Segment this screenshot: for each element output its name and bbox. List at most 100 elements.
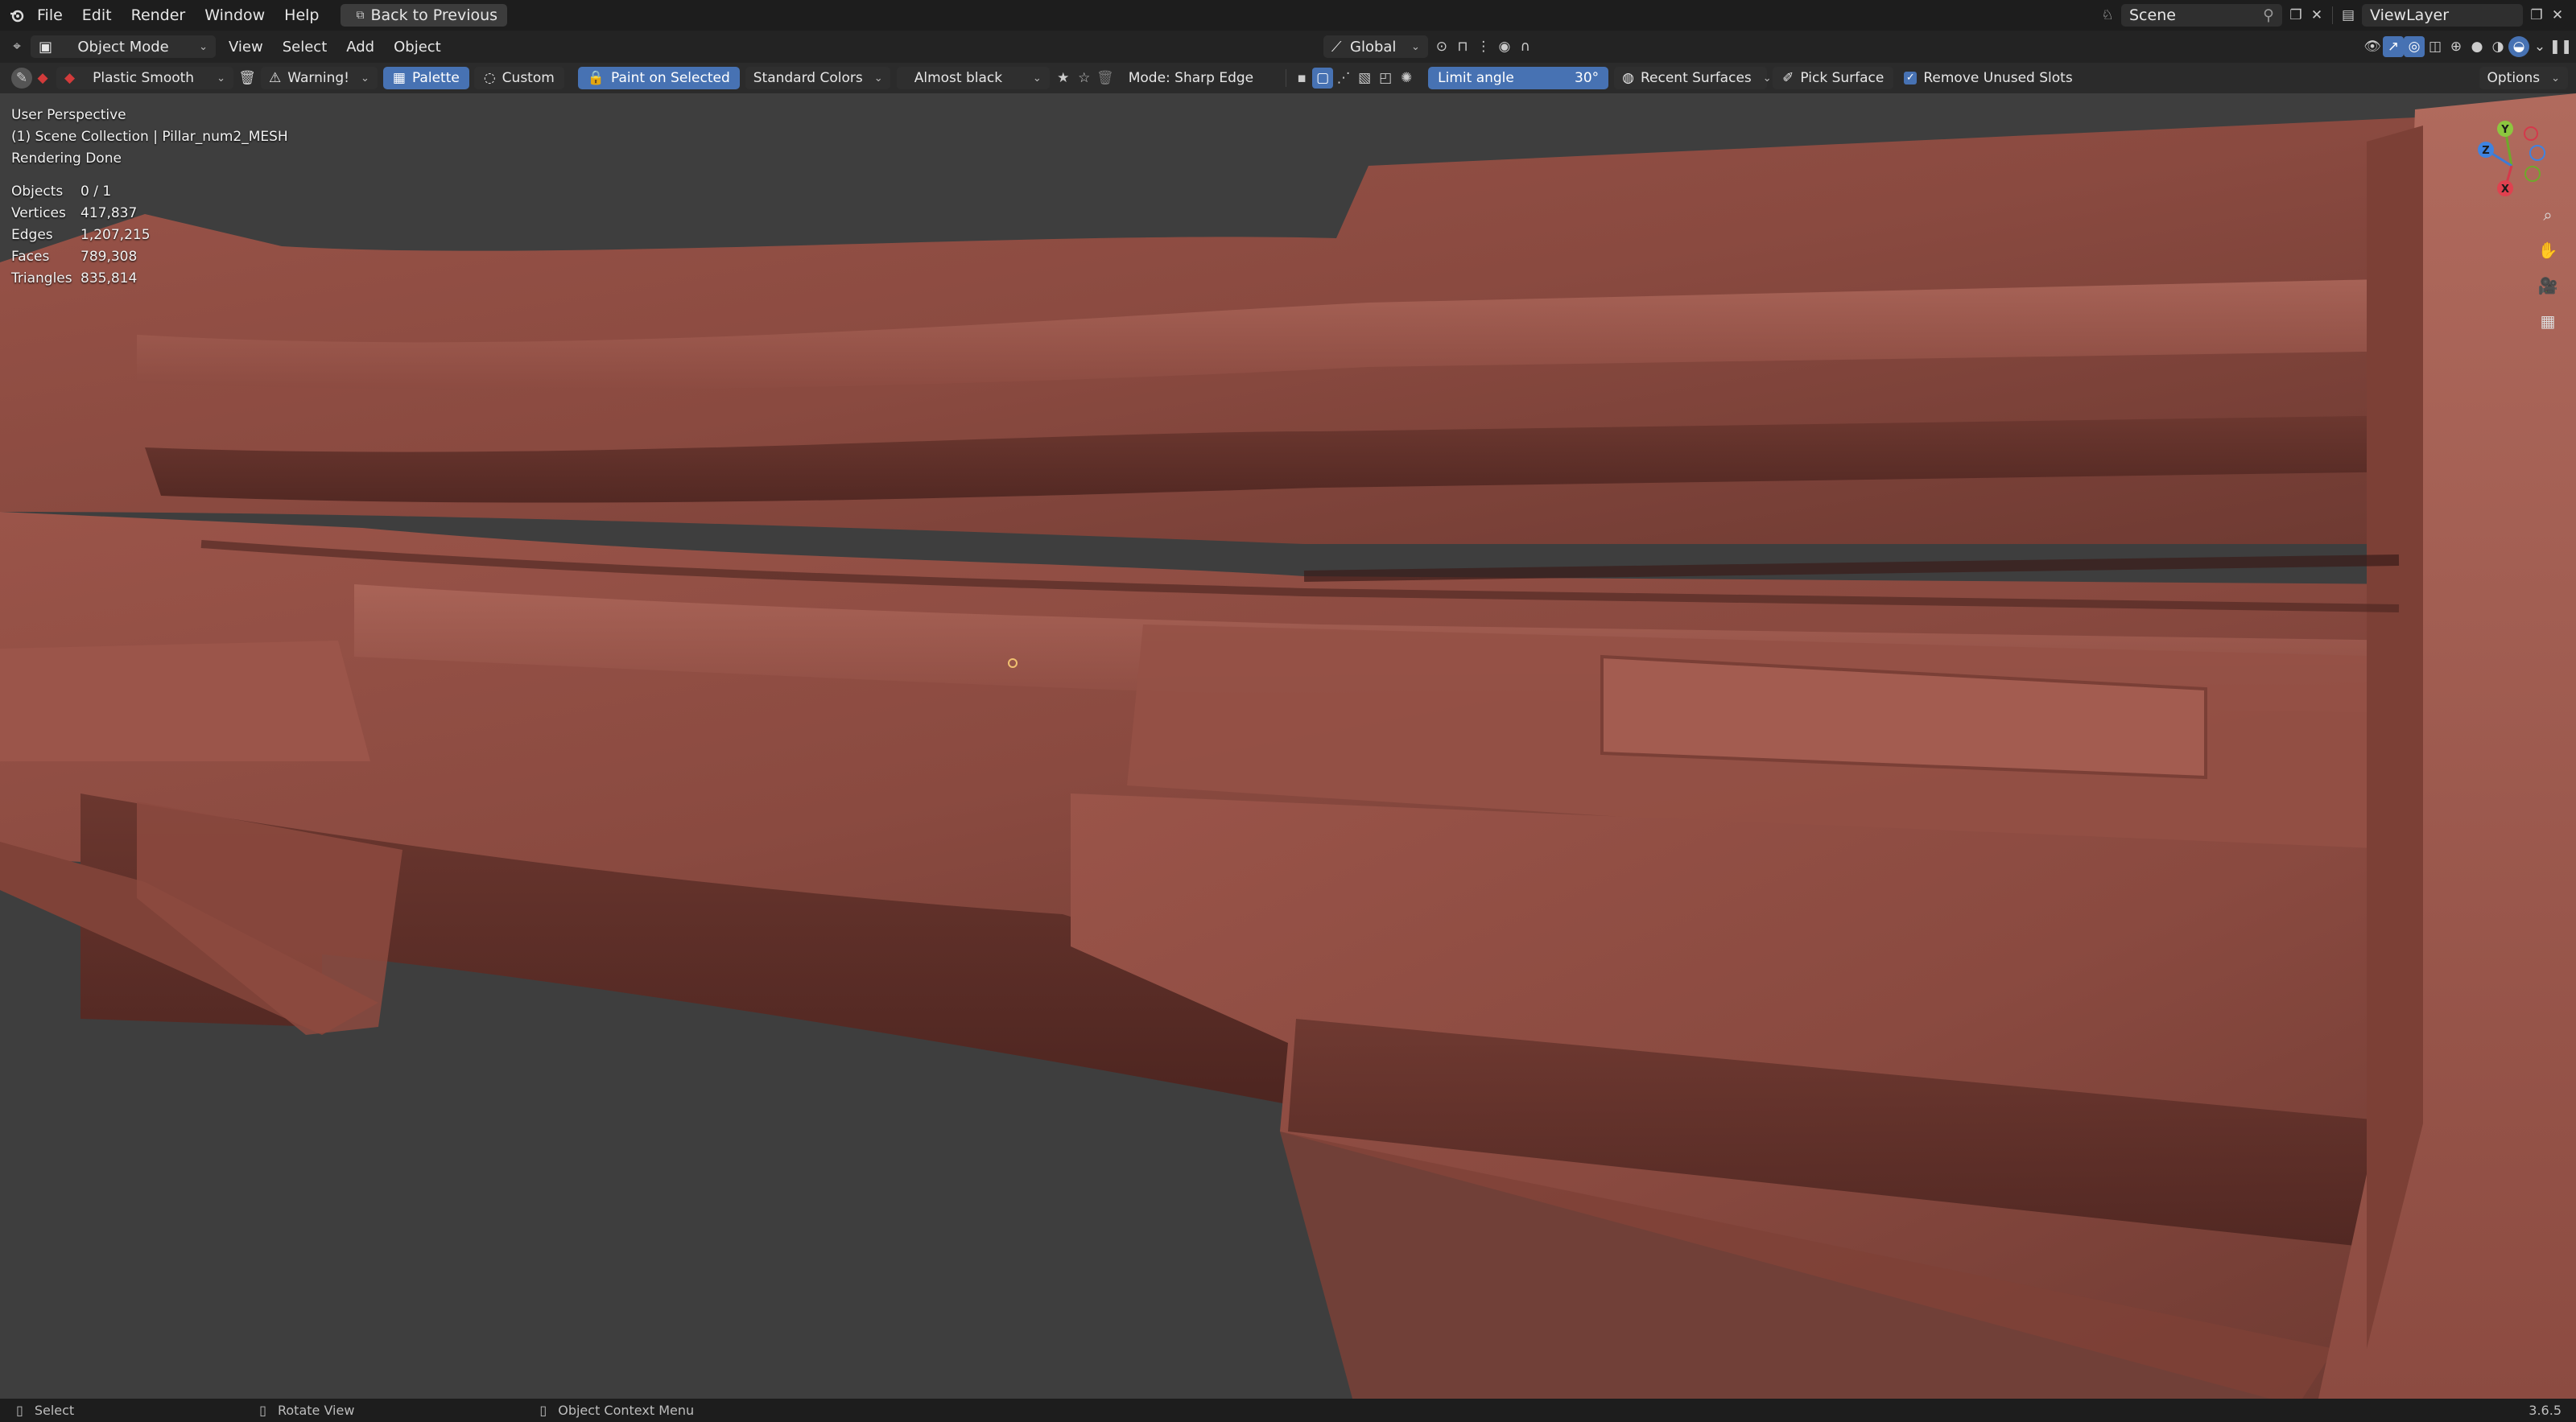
delete-brush-icon[interactable]: 🗑: [237, 68, 258, 89]
uv-icon[interactable]: ◰: [1375, 68, 1396, 89]
color-dropdown[interactable]: Almost black ⌄: [896, 67, 1050, 89]
overlay-toggle-icon[interactable]: ◎: [2404, 36, 2425, 57]
view-layer-icon[interactable]: ▤: [2338, 5, 2359, 26]
render-status: Rendering Done: [11, 150, 122, 167]
zoom-icon[interactable]: ⌕: [2534, 201, 2562, 229]
options-label: Options: [2487, 70, 2541, 86]
pick-surface-button[interactable]: ✐ Pick Surface: [1773, 67, 1894, 89]
texture-icon[interactable]: ▧: [1354, 68, 1375, 89]
3d-viewport[interactable]: User Perspective (1) Scene Collection | …: [0, 93, 2576, 1399]
view-layer-name: ViewLayer: [2370, 6, 2450, 24]
camera-icon[interactable]: 🎥: [2534, 272, 2562, 299]
navigation-gizmo[interactable]: Y Z X: [2463, 117, 2560, 214]
status-rotate: ▯ Rotate View: [251, 1399, 362, 1422]
remove-unused-slots-checkbox[interactable]: ✓ Remove Unused Slots: [1896, 67, 2080, 89]
proportional-editing-icon[interactable]: ◉: [1494, 36, 1515, 57]
y-axis-label: Y: [2500, 124, 2509, 136]
neg-y-handle[interactable]: [2524, 166, 2541, 182]
menu-render[interactable]: Render: [122, 4, 196, 27]
paint-on-selected-toggle[interactable]: 🔒 Paint on Selected: [577, 67, 740, 89]
pivot-point-icon[interactable]: ⊙: [1431, 36, 1452, 57]
pick-surface-label: Pick Surface: [1800, 70, 1885, 86]
particles-icon[interactable]: ✺: [1396, 68, 1417, 89]
back-to-previous-button[interactable]: ⧉ Back to Previous: [340, 4, 508, 27]
transform-orientation-selector[interactable]: ⟋ Global ⌄: [1323, 35, 1428, 58]
delete-view-layer-icon[interactable]: ✕: [2547, 5, 2568, 26]
snap-target-icon[interactable]: ⋮: [1473, 36, 1494, 57]
menu-help[interactable]: Help: [275, 4, 328, 27]
rendered-shading-icon[interactable]: ◒: [2508, 36, 2529, 57]
warning-label: Warning!: [287, 70, 349, 86]
recent-surfaces-label: Recent Surfaces: [1640, 70, 1752, 86]
status-rotate-label: Rotate View: [277, 1403, 355, 1418]
pin-icon[interactable]: ⚲: [2263, 6, 2274, 24]
perspective-label: User Perspective: [11, 107, 126, 123]
mouse-middle-icon: ▯: [259, 1403, 266, 1418]
menu-add[interactable]: Add: [336, 35, 384, 58]
solid-shading-icon[interactable]: ●: [2467, 36, 2487, 57]
color-set-dropdown[interactable]: Standard Colors ⌄: [745, 67, 890, 89]
scene-icon[interactable]: ♘: [2097, 5, 2118, 26]
brush-color-icon[interactable]: ◆: [32, 68, 53, 89]
menu-select[interactable]: Select: [273, 35, 337, 58]
brush-tool-icon[interactable]: ✎: [11, 68, 32, 89]
vertex-paint-icon[interactable]: ⋰: [1333, 68, 1354, 89]
menu-view[interactable]: View: [219, 35, 273, 58]
view-layer-selector[interactable]: ViewLayer: [2362, 4, 2523, 27]
menu-object[interactable]: Object: [384, 35, 451, 58]
delete-scene-icon[interactable]: ✕: [2306, 5, 2327, 26]
mode-label: Object Mode: [77, 38, 169, 56]
new-view-layer-icon[interactable]: ❐: [2526, 5, 2547, 26]
favorite-filled-icon[interactable]: ★: [1053, 68, 1074, 89]
brush-selector[interactable]: ◆ Plastic Smooth ⌄: [56, 67, 233, 89]
chevron-down-icon: ⌄: [2551, 72, 2560, 84]
viewport-header: ⌖ ▣ Object Mode ⌄ View Select Add Object…: [0, 31, 2576, 63]
back-to-previous-label: Back to Previous: [370, 6, 498, 24]
selection-mode-icon[interactable]: ▢: [1312, 68, 1334, 89]
stats-row: Objects 0 / 1: [11, 181, 288, 203]
neg-x-handle[interactable]: [2524, 126, 2538, 141]
menu-file[interactable]: File: [27, 4, 72, 27]
limit-angle-label: Limit angle: [1438, 70, 1514, 86]
options-dropdown[interactable]: Options ⌄: [2479, 67, 2568, 89]
snap-icon[interactable]: ⊓: [1452, 36, 1473, 57]
new-scene-icon[interactable]: ❐: [2285, 5, 2306, 26]
color-set-label: Standard Colors: [753, 70, 863, 86]
blender-logo-icon[interactable]: [6, 5, 27, 26]
transform-orientation-label: Global: [1350, 38, 1397, 56]
xray-icon[interactable]: ◫: [2425, 36, 2446, 57]
falloff-icon[interactable]: ∩: [1515, 36, 1536, 57]
custom-toggle[interactable]: ◌ Custom: [473, 67, 564, 89]
gizmo-toggle-icon[interactable]: ↗: [2383, 36, 2404, 57]
palette-label: Palette: [411, 70, 460, 86]
mesh-render: [0, 93, 2576, 1399]
wireframe-shading-icon[interactable]: ⊕: [2446, 36, 2467, 57]
z-axis-label: Z: [2482, 145, 2489, 157]
status-select-label: Select: [34, 1403, 75, 1418]
trash-icon[interactable]: 🗑: [1095, 68, 1116, 89]
menu-edit[interactable]: Edit: [72, 4, 122, 27]
favorite-empty-icon[interactable]: ☆: [1074, 68, 1095, 89]
globe-icon: ◍: [1622, 70, 1634, 86]
menu-window[interactable]: Window: [195, 4, 275, 27]
perspective-grid-icon[interactable]: ▦: [2534, 307, 2562, 335]
material-shading-icon[interactable]: ◑: [2487, 36, 2508, 57]
visibility-icon[interactable]: 👁: [2362, 36, 2383, 57]
orientation-icon: ⟋: [1331, 38, 1342, 56]
object-select-icon[interactable]: ▪: [1291, 68, 1312, 89]
neg-z-handle[interactable]: [2529, 145, 2545, 161]
limit-angle-field[interactable]: Limit angle 30°: [1428, 67, 1609, 89]
pan-hand-icon[interactable]: ✋: [2534, 237, 2562, 264]
editor-type-icon[interactable]: ⌖: [6, 36, 27, 57]
brush-preview-icon: ◆: [64, 70, 76, 86]
stats-value: 0 / 1: [80, 183, 112, 200]
warning-dropdown[interactable]: ⚠ Warning! ⌄: [261, 67, 378, 89]
status-select: ▯ Select: [8, 1399, 82, 1422]
palette-toggle[interactable]: ▦ Palette: [382, 67, 469, 89]
scene-selector[interactable]: Scene ⚲: [2121, 4, 2282, 27]
pause-icon[interactable]: ❚❚: [2549, 36, 2573, 57]
shading-options-icon[interactable]: ⌄: [2529, 36, 2550, 57]
recent-surfaces-dropdown[interactable]: ◍ Recent Surfaces ⌄: [1614, 67, 1772, 89]
mode-selector[interactable]: ▣ Object Mode ⌄: [31, 35, 216, 58]
chevron-down-icon: ⌄: [199, 40, 208, 53]
